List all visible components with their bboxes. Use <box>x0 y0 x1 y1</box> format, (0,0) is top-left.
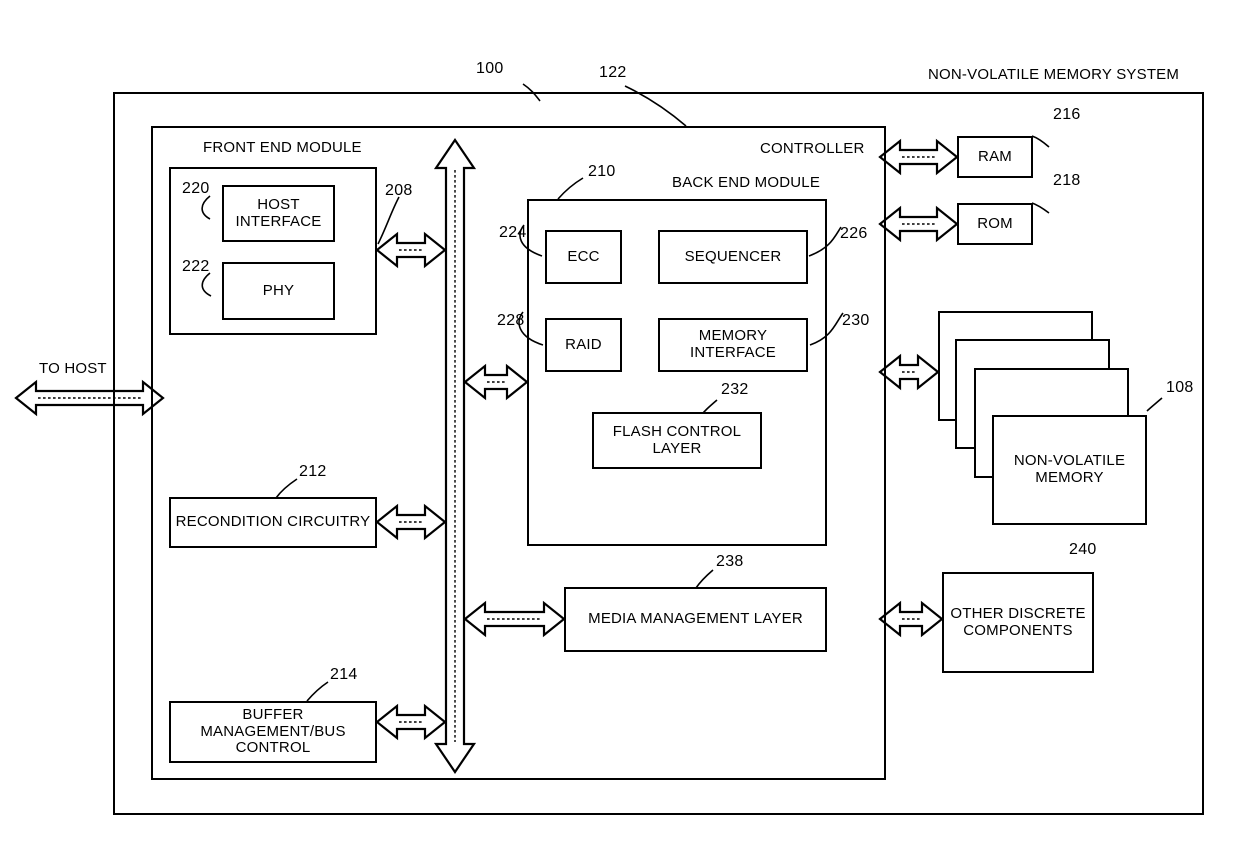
system-title: NON-VOLATILE MEMORY SYSTEM <box>928 66 1180 83</box>
flash-control-layer-label-line1: FLASH CONTROL <box>612 422 742 440</box>
rom-block: ROM <box>957 203 1033 245</box>
ref-216: 216 <box>1053 106 1081 123</box>
ref-100: 100 <box>476 60 504 77</box>
memory-interface-block: MEMORY INTERFACE <box>658 318 808 372</box>
media-management-layer-block: MEDIA MANAGEMENT LAYER <box>564 587 827 652</box>
ref-224: 224 <box>499 224 527 241</box>
memory-interface-label-line1: MEMORY <box>698 327 768 345</box>
ref-238: 238 <box>716 553 744 570</box>
controller-label: CONTROLLER <box>760 140 865 157</box>
other-discrete-label-line2: COMPONENTS <box>963 621 1073 639</box>
flash-control-layer-block: FLASH CONTROL LAYER <box>592 412 762 469</box>
ref-122: 122 <box>599 64 627 81</box>
host-interface-label-line1: HOST <box>257 195 300 213</box>
to-host-label: TO HOST <box>39 360 107 377</box>
ram-label: RAM <box>978 147 1012 165</box>
patent-block-diagram: .ln{fill:none;stroke:#000;stroke-width:1… <box>0 0 1240 844</box>
ref-214: 214 <box>330 666 358 683</box>
buffer-management-bus-control-block: BUFFER MANAGEMENT/BUS CONTROL <box>169 701 377 763</box>
memory-interface-label-line2: INTERFACE <box>690 344 776 361</box>
flash-control-layer-label-line2: LAYER <box>652 439 702 457</box>
ref-208: 208 <box>385 182 413 199</box>
buffer-management-label-line2: CONTROL <box>235 739 311 757</box>
ref-222: 222 <box>182 258 210 275</box>
ref-210: 210 <box>588 163 616 180</box>
ref-230: 230 <box>842 312 870 329</box>
sequencer-block: SEQUENCER <box>658 230 808 284</box>
ref-232: 232 <box>721 381 749 398</box>
ref-228: 228 <box>497 312 525 329</box>
host-interface-label-line2: INTERFACE <box>235 212 322 230</box>
recondition-circuitry-block: RECONDITION CIRCUITRY <box>169 497 377 548</box>
ecc-block: ECC <box>545 230 622 284</box>
media-management-layer-label: MEDIA MANAGEMENT LAYER <box>588 610 803 628</box>
host-interface-block: HOST INTERFACE <box>222 185 335 242</box>
ref-220: 220 <box>182 180 210 197</box>
buffer-management-label-line1: BUFFER MANAGEMENT/BUS <box>200 705 346 740</box>
ref-240: 240 <box>1069 541 1097 558</box>
ecc-label: ECC <box>567 247 600 265</box>
other-discrete-label-line1: OTHER DISCRETE <box>950 604 1086 622</box>
sequencer-label: SEQUENCER <box>684 247 782 265</box>
recondition-circuitry-label: RECONDITION CIRCUITRY <box>175 513 371 531</box>
ref-218: 218 <box>1053 172 1081 189</box>
ram-block: RAM <box>957 136 1033 178</box>
non-volatile-memory-label-line1: NON-VOLATILE <box>1013 452 1126 470</box>
phy-block: PHY <box>222 262 335 320</box>
non-volatile-memory-label-line2: MEMORY <box>1035 469 1104 486</box>
ref-108: 108 <box>1166 379 1194 396</box>
raid-block: RAID <box>545 318 622 372</box>
non-volatile-memory-block: NON-VOLATILE MEMORY <box>992 415 1147 525</box>
phy-label: PHY <box>262 281 295 299</box>
ref-226: 226 <box>840 225 868 242</box>
other-discrete-components-block: OTHER DISCRETE COMPONENTS <box>942 572 1094 673</box>
back-end-module-label: BACK END MODULE <box>672 174 821 191</box>
front-end-module-label: FRONT END MODULE <box>203 139 362 156</box>
rom-label: ROM <box>977 214 1013 232</box>
ref-212: 212 <box>299 463 327 480</box>
raid-label: RAID <box>565 335 602 353</box>
